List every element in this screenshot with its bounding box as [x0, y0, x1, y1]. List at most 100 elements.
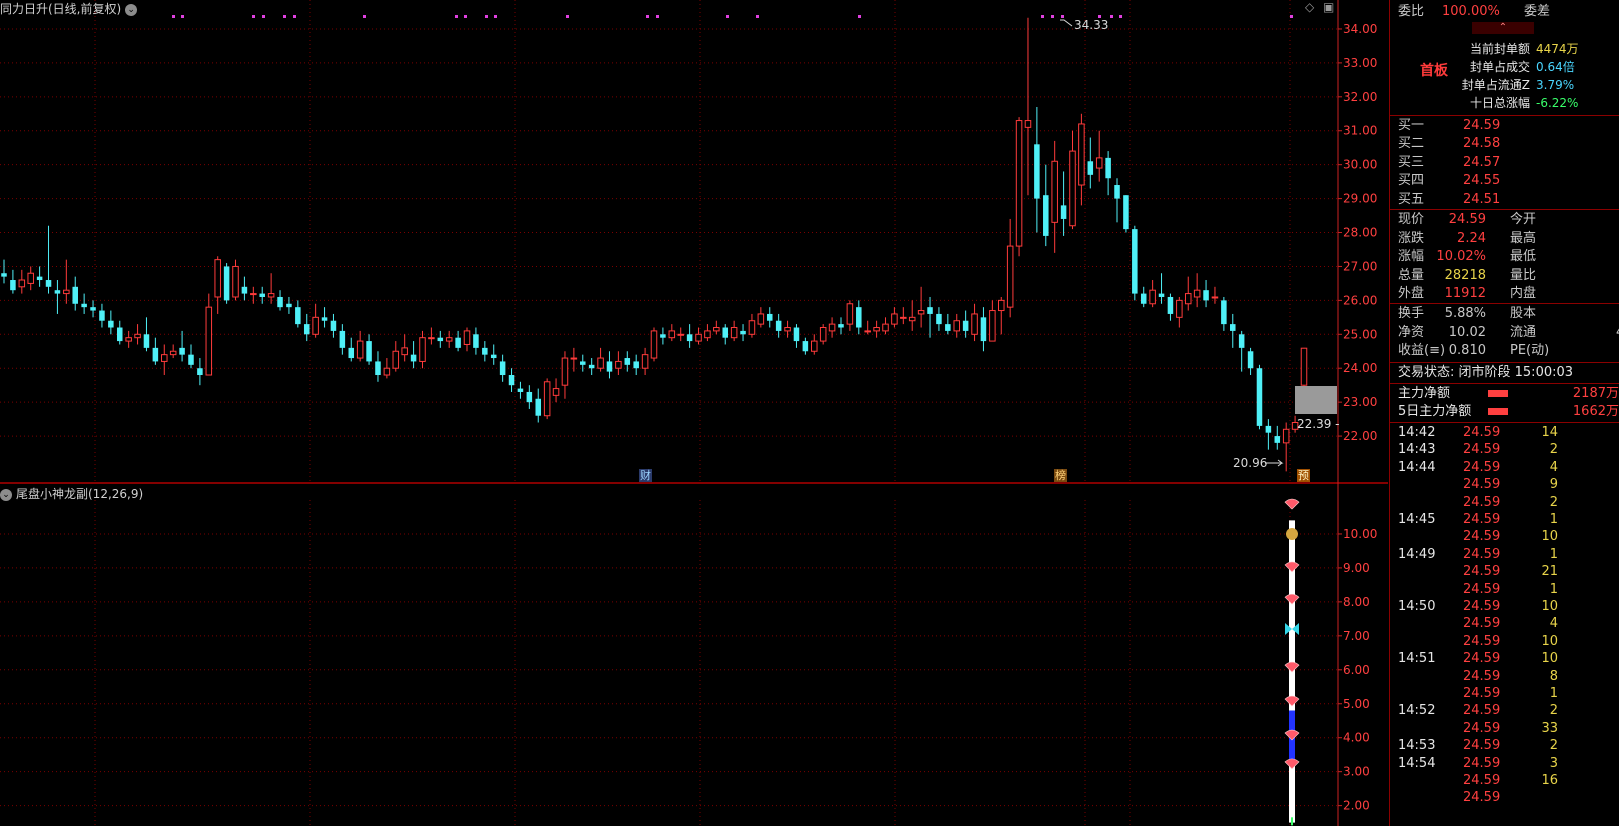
candle-body: [908, 316, 916, 322]
collapse-button[interactable]: ⌃: [1472, 22, 1534, 34]
candle-body: [1123, 195, 1129, 230]
tick-row: 24.59 2: [1390, 494, 1619, 511]
main-chart-title[interactable]: 同力日升(日线,前复权) ⌄: [0, 0, 138, 17]
candle-body: [473, 334, 479, 348]
y-tick-label: 22.00: [1343, 429, 1377, 443]
candle-body: [873, 327, 880, 332]
candle-body: [740, 330, 746, 335]
tick-price: 24.59: [1463, 720, 1501, 736]
sub-chart-title[interactable]: ⌄ 尾盘小神龙副(12,26,9): [0, 485, 143, 502]
candle-body: [597, 357, 604, 369]
chevron-down-icon[interactable]: ⌄: [125, 3, 138, 16]
y-tick-label: 24.00: [1343, 361, 1377, 375]
tick-price: 24.59: [1463, 459, 1501, 475]
tick-volume: 21: [1541, 564, 1558, 580]
candle-body: [125, 337, 132, 342]
candle-body: [18, 279, 26, 288]
candle-body: [1034, 144, 1040, 199]
money-bag-icon: [1286, 527, 1298, 540]
quote-label: 现价: [1398, 212, 1425, 227]
candle-body: [1247, 351, 1254, 369]
sub-grid: [0, 500, 1338, 826]
candle-body: [392, 350, 400, 369]
candle-body: [1069, 150, 1076, 227]
candle-body: [445, 337, 453, 342]
quote-label: 外盘: [1398, 286, 1425, 302]
tick-row: 24.59 21: [1390, 563, 1619, 580]
candle-body: [828, 323, 836, 332]
quote-label-2: 量比: [1510, 267, 1537, 283]
current-price-tag: 22.39 -: [1297, 417, 1340, 431]
gem-icon: [1284, 661, 1300, 673]
signal-dot: [262, 15, 265, 18]
candle-body: [152, 347, 159, 362]
candle-body: [295, 307, 301, 325]
flow-row: 5日主力净额 1662万: [1390, 403, 1619, 421]
diamond-icon[interactable]: ◇: [1305, 0, 1314, 14]
candle-body: [936, 313, 942, 325]
tick-volume: 2: [1549, 738, 1558, 754]
panel-toggle-icon[interactable]: ▣: [1323, 0, 1334, 14]
marker-yu[interactable]: 预: [1297, 469, 1310, 482]
signal-dot: [1290, 15, 1293, 18]
tick-row: 14:54 24.59 3: [1390, 755, 1619, 772]
quote-label-2: 最高: [1510, 230, 1537, 246]
candle-body: [945, 324, 951, 331]
tick-row: 24.59 10: [1390, 528, 1619, 545]
candle-body: [775, 320, 782, 331]
tick-volume: 9: [1549, 477, 1558, 493]
chart-area[interactable]: 22.00 23.00 24.00 25.00 26.00 27.00 28.00 29.00…: [0, 0, 1388, 826]
candle-body: [660, 334, 666, 338]
candle-body: [606, 361, 613, 372]
tick-row: 14:51 24.59 10: [1390, 650, 1619, 667]
quote-value: 10.02%: [1436, 249, 1486, 265]
quote-label: 涨跌: [1398, 230, 1425, 246]
tick-time: 14:44: [1398, 459, 1436, 475]
candle-body: [1167, 296, 1174, 314]
tick-row: 24.59: [1390, 789, 1619, 806]
candle-body: [1282, 428, 1290, 444]
marker-cai[interactable]: 财: [639, 469, 652, 482]
y-tick-label: 8.00: [1343, 595, 1370, 609]
sub-chart-title-text: 尾盘小神龙副(12,26,9): [16, 487, 144, 501]
candle-body: [54, 290, 61, 294]
chevron-down-icon[interactable]: ⌄: [0, 488, 12, 501]
bid-row: 买三 24.57: [1390, 154, 1619, 172]
candle-body: [1221, 300, 1227, 325]
kline-chart[interactable]: 22.00 23.00 24.00 25.00 26.00 27.00 28.00 29.00…: [0, 0, 1388, 826]
tick-volume: 1: [1549, 546, 1558, 562]
bid-row: 买二 24.58: [1390, 135, 1619, 153]
candle-body: [375, 361, 381, 376]
candle-body: [980, 317, 987, 342]
y-tick-label: 30.00: [1343, 158, 1377, 172]
seal-value: 0.64倍: [1536, 60, 1575, 74]
candle-body: [971, 313, 978, 335]
y-tick-label: 3.00: [1343, 765, 1370, 779]
quote-label-2: 今开: [1510, 212, 1537, 227]
bid-label: 买一: [1398, 118, 1425, 133]
weibi-value: 100.00%: [1442, 4, 1500, 19]
tick-row: 14:53 24.59 2: [1390, 737, 1619, 754]
quote2-label-2: 股本: [1510, 306, 1537, 321]
quote2-row: 换手 5.88% 股本: [1390, 305, 1619, 323]
low-price-label: 20.96: [1233, 456, 1268, 470]
marker-bang[interactable]: 榜: [1054, 469, 1067, 482]
divider: [1390, 115, 1619, 116]
tick-price: 24.59: [1463, 755, 1501, 771]
candle-body: [1176, 299, 1183, 318]
candle-body: [1105, 157, 1111, 179]
quote-row: 涨跌 2.24 最高: [1390, 230, 1619, 248]
tick-price: 24.59: [1463, 546, 1501, 562]
candle-body: [1149, 289, 1156, 305]
candle-body: [784, 327, 791, 332]
seal-value: 3.79%: [1536, 78, 1575, 92]
candle-body: [1203, 290, 1209, 301]
candle-body: [766, 313, 773, 321]
candle-body: [339, 330, 346, 348]
candle-body: [10, 280, 16, 291]
candle-body: [286, 303, 292, 308]
signal-dot: [485, 15, 488, 18]
quote2-value: 5.88%: [1444, 306, 1486, 321]
signal-dots: [172, 15, 1293, 18]
candle-body: [277, 296, 283, 308]
